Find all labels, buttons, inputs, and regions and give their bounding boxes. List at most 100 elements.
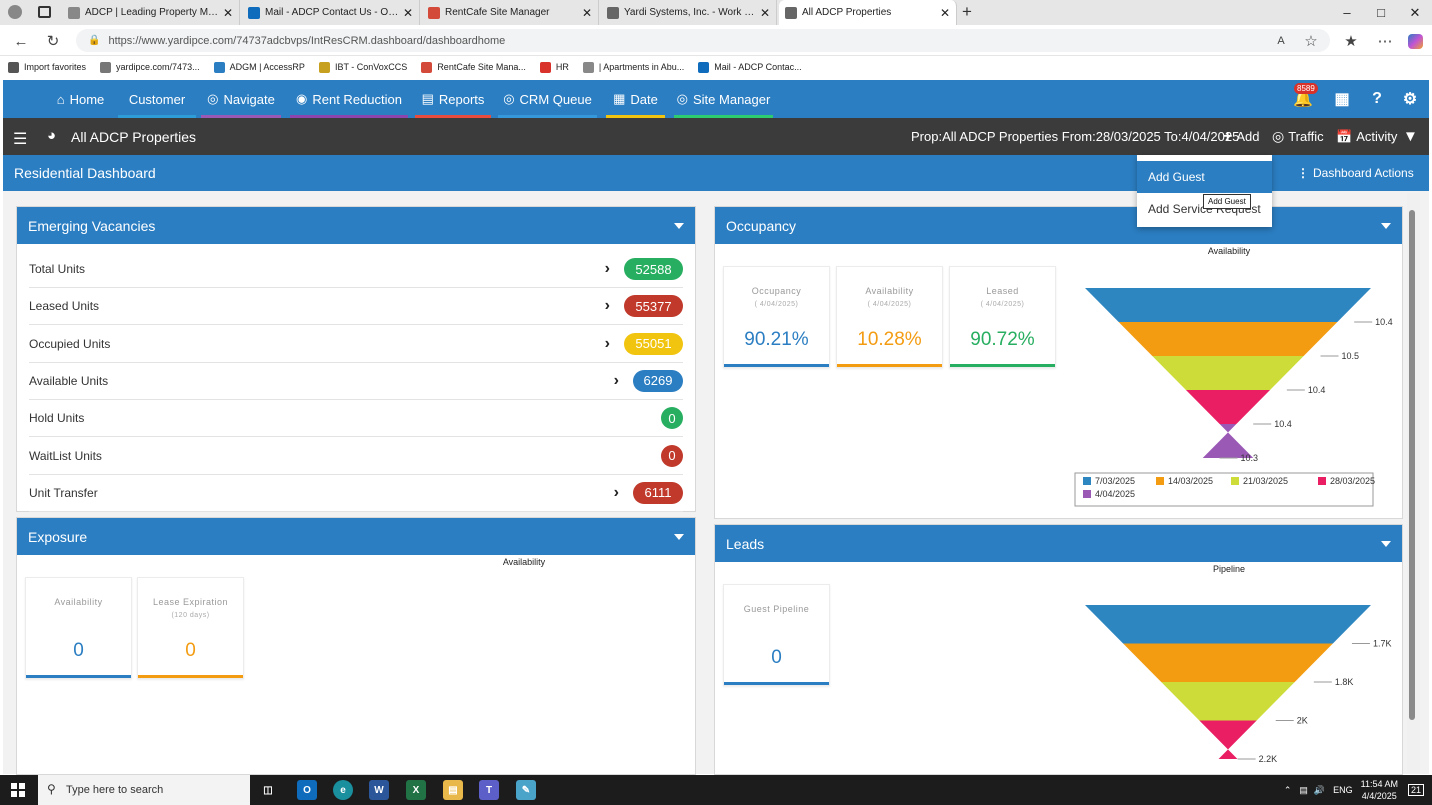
nav-item-crm-queue[interactable]: ◎ CRM Queue [498, 80, 597, 118]
activity-button[interactable]: 📅 Activity [1336, 118, 1397, 155]
favorite-link[interactable]: | Apartments in Abu... [582, 61, 684, 73]
vacancy-row[interactable]: WaitList Units 0 [29, 438, 683, 475]
caret-down-icon[interactable] [1381, 223, 1391, 229]
nav-item-navigate[interactable]: ◎ Navigate [201, 80, 281, 118]
kpi-card[interactable]: Lease Expiration (120 days) 0 [137, 577, 244, 679]
scrollbar-thumb[interactable] [1409, 210, 1415, 720]
chevron-right-icon[interactable]: › [605, 260, 610, 278]
nav-item-home[interactable]: ⌂ Home [52, 80, 109, 118]
profile-icon[interactable] [8, 5, 22, 19]
favorite-link[interactable]: HR [539, 61, 569, 73]
language-indicator[interactable]: ENG [1333, 785, 1353, 795]
funnel-segment[interactable] [1185, 390, 1271, 424]
chevron-right-icon[interactable]: › [614, 484, 619, 502]
volume-icon[interactable]: 🔊 [1314, 785, 1325, 796]
word-app-icon[interactable]: W [369, 780, 389, 800]
filter-icon[interactable]: ▼ [1403, 118, 1418, 155]
tab-actions-icon[interactable] [38, 6, 51, 18]
nav-item-rent-reduction[interactable]: ◉ Rent Reduction [290, 80, 408, 118]
network-icon[interactable]: ▤ [1299, 785, 1308, 796]
property-filter-info[interactable]: Prop:All ADCP Properties From:28/03/2025… [911, 118, 1239, 155]
funnel-segment[interactable] [1199, 720, 1257, 760]
legend-label[interactable]: 14/03/2025 [1168, 476, 1213, 486]
favorites-icon[interactable]: ★ [1340, 30, 1362, 52]
tab-close-icon[interactable]: ✕ [760, 6, 770, 20]
vacancy-row[interactable]: Unit Transfer 6111 › [29, 475, 683, 512]
exposure-header[interactable]: Exposure [17, 518, 695, 555]
read-aloud-icon[interactable]: A [1270, 30, 1292, 52]
tab-close-icon[interactable]: ✕ [403, 6, 413, 20]
funnel-segment[interactable] [1161, 682, 1295, 721]
caret-down-icon[interactable] [674, 223, 684, 229]
vacancy-row[interactable]: Hold Units 0 [29, 400, 683, 438]
tab-close-icon[interactable]: ✕ [223, 6, 233, 20]
maximize-button[interactable]: □ [1364, 0, 1398, 25]
favorite-link[interactable]: Import favorites [8, 61, 86, 73]
vacancy-row[interactable]: Leased Units 55377 › [29, 288, 683, 326]
nav-item-customer[interactable]: Customer [118, 80, 196, 118]
caret-down-icon[interactable] [674, 534, 684, 540]
dashboard-actions-button[interactable]: ⋮ Dashboard Actions [1297, 155, 1414, 191]
menu-item-add-guest[interactable]: Add Guest [1137, 161, 1272, 193]
url-input[interactable]: 🔒 https://www.yardipce.com/74737adcbvps/… [76, 29, 1330, 52]
favorite-link[interactable]: RentCafe Site Mana... [421, 61, 526, 73]
settings-gear-icon[interactable]: ⚙ [1400, 89, 1420, 109]
legend-label[interactable]: 21/03/2025 [1243, 476, 1288, 486]
emerging-vacancies-header[interactable]: Emerging Vacancies [17, 207, 695, 244]
task-view-icon[interactable]: ◫ [258, 780, 278, 800]
chevron-right-icon[interactable]: › [605, 297, 610, 315]
funnel-segment[interactable] [1118, 322, 1338, 356]
favorite-link[interactable]: IBT - ConVoxCCS [318, 61, 407, 73]
funnel-segment[interactable] [1085, 288, 1371, 322]
traffic-button[interactable]: ◎ Traffic [1272, 118, 1324, 155]
favorite-link[interactable]: ADGM | AccessRP [213, 61, 305, 73]
kpi-card[interactable]: Leased ( 4/04/2025) 90.72% [949, 266, 1056, 368]
help-icon[interactable]: ? [1367, 89, 1387, 109]
close-window-button[interactable]: ✕ [1398, 0, 1432, 25]
tray-chevron-icon[interactable]: ⌃ [1284, 785, 1292, 796]
tab-close-icon[interactable]: ✕ [940, 6, 950, 20]
legend-label[interactable]: 7/03/2025 [1095, 476, 1135, 486]
browser-tab[interactable]: Mail - ADCP Contact Us - Outlook ✕ [242, 0, 420, 25]
funnel-segment[interactable] [1152, 356, 1304, 390]
tab-close-icon[interactable]: ✕ [582, 6, 592, 20]
favorite-link[interactable]: Mail - ADCP Contac... [698, 61, 802, 73]
browser-tab[interactable]: RentCafe Site Manager ✕ [422, 0, 599, 25]
vacancy-row[interactable]: Total Units 52588 › [29, 251, 683, 288]
refresh-icon[interactable]: ↻ [42, 30, 64, 52]
file-explorer-icon[interactable]: ▤ [443, 780, 463, 800]
legend-label[interactable]: 28/03/2025 [1330, 476, 1375, 486]
kpi-card[interactable]: Availability 0 [25, 577, 132, 679]
clock[interactable]: 11:54 AM 4/4/2025 [1361, 778, 1398, 802]
kpi-card[interactable]: Guest Pipeline 0 [723, 584, 830, 686]
add-button[interactable]: + Add [1223, 118, 1259, 155]
funnel-segment[interactable] [1085, 605, 1371, 644]
kpi-card[interactable]: Availability ( 4/04/2025) 10.28% [836, 266, 943, 368]
vacancy-row[interactable]: Available Units 6269 › [29, 363, 683, 400]
caret-down-icon[interactable] [1381, 541, 1391, 547]
new-tab-button[interactable]: + [962, 2, 972, 22]
nav-item-reports[interactable]: ▤ Reports [415, 80, 491, 118]
edge-app-icon[interactable]: e [333, 780, 353, 800]
occupancy-header[interactable]: Occupancy [715, 207, 1402, 244]
nav-item-site-manager[interactable]: ◎ Site Manager [674, 80, 773, 118]
outlook-app-icon[interactable]: O [297, 780, 317, 800]
apps-grid-icon[interactable]: ▦ [1332, 89, 1352, 109]
windows-start-icon[interactable] [11, 783, 25, 797]
favorite-star-icon[interactable]: ☆ [1300, 30, 1322, 52]
browser-tab[interactable]: ADCP | Leading Property Manage ✕ [62, 0, 240, 25]
kpi-card[interactable]: Occupancy ( 4/04/2025) 90.21% [723, 266, 830, 368]
leads-header[interactable]: Leads [715, 525, 1402, 562]
nav-item-date[interactable]: ▦ Date [606, 80, 665, 118]
chevron-right-icon[interactable]: › [614, 372, 619, 390]
favorite-link[interactable]: yardipce.com/7473... [100, 61, 200, 73]
legend-label[interactable]: 4/04/2025 [1095, 489, 1135, 499]
teams-app-icon[interactable]: T [479, 780, 499, 800]
funnel-segment[interactable] [1123, 643, 1333, 683]
notification-center-icon[interactable]: 21 [1407, 784, 1424, 796]
browser-tab[interactable]: Yardi Systems, Inc. - Work Order # ✕ [601, 0, 777, 25]
notepad-app-icon[interactable]: ✎ [516, 780, 536, 800]
minimize-button[interactable]: – [1330, 0, 1364, 25]
chevron-right-icon[interactable]: › [605, 335, 610, 353]
browser-tab[interactable]: All ADCP Properties ✕ [779, 0, 957, 25]
